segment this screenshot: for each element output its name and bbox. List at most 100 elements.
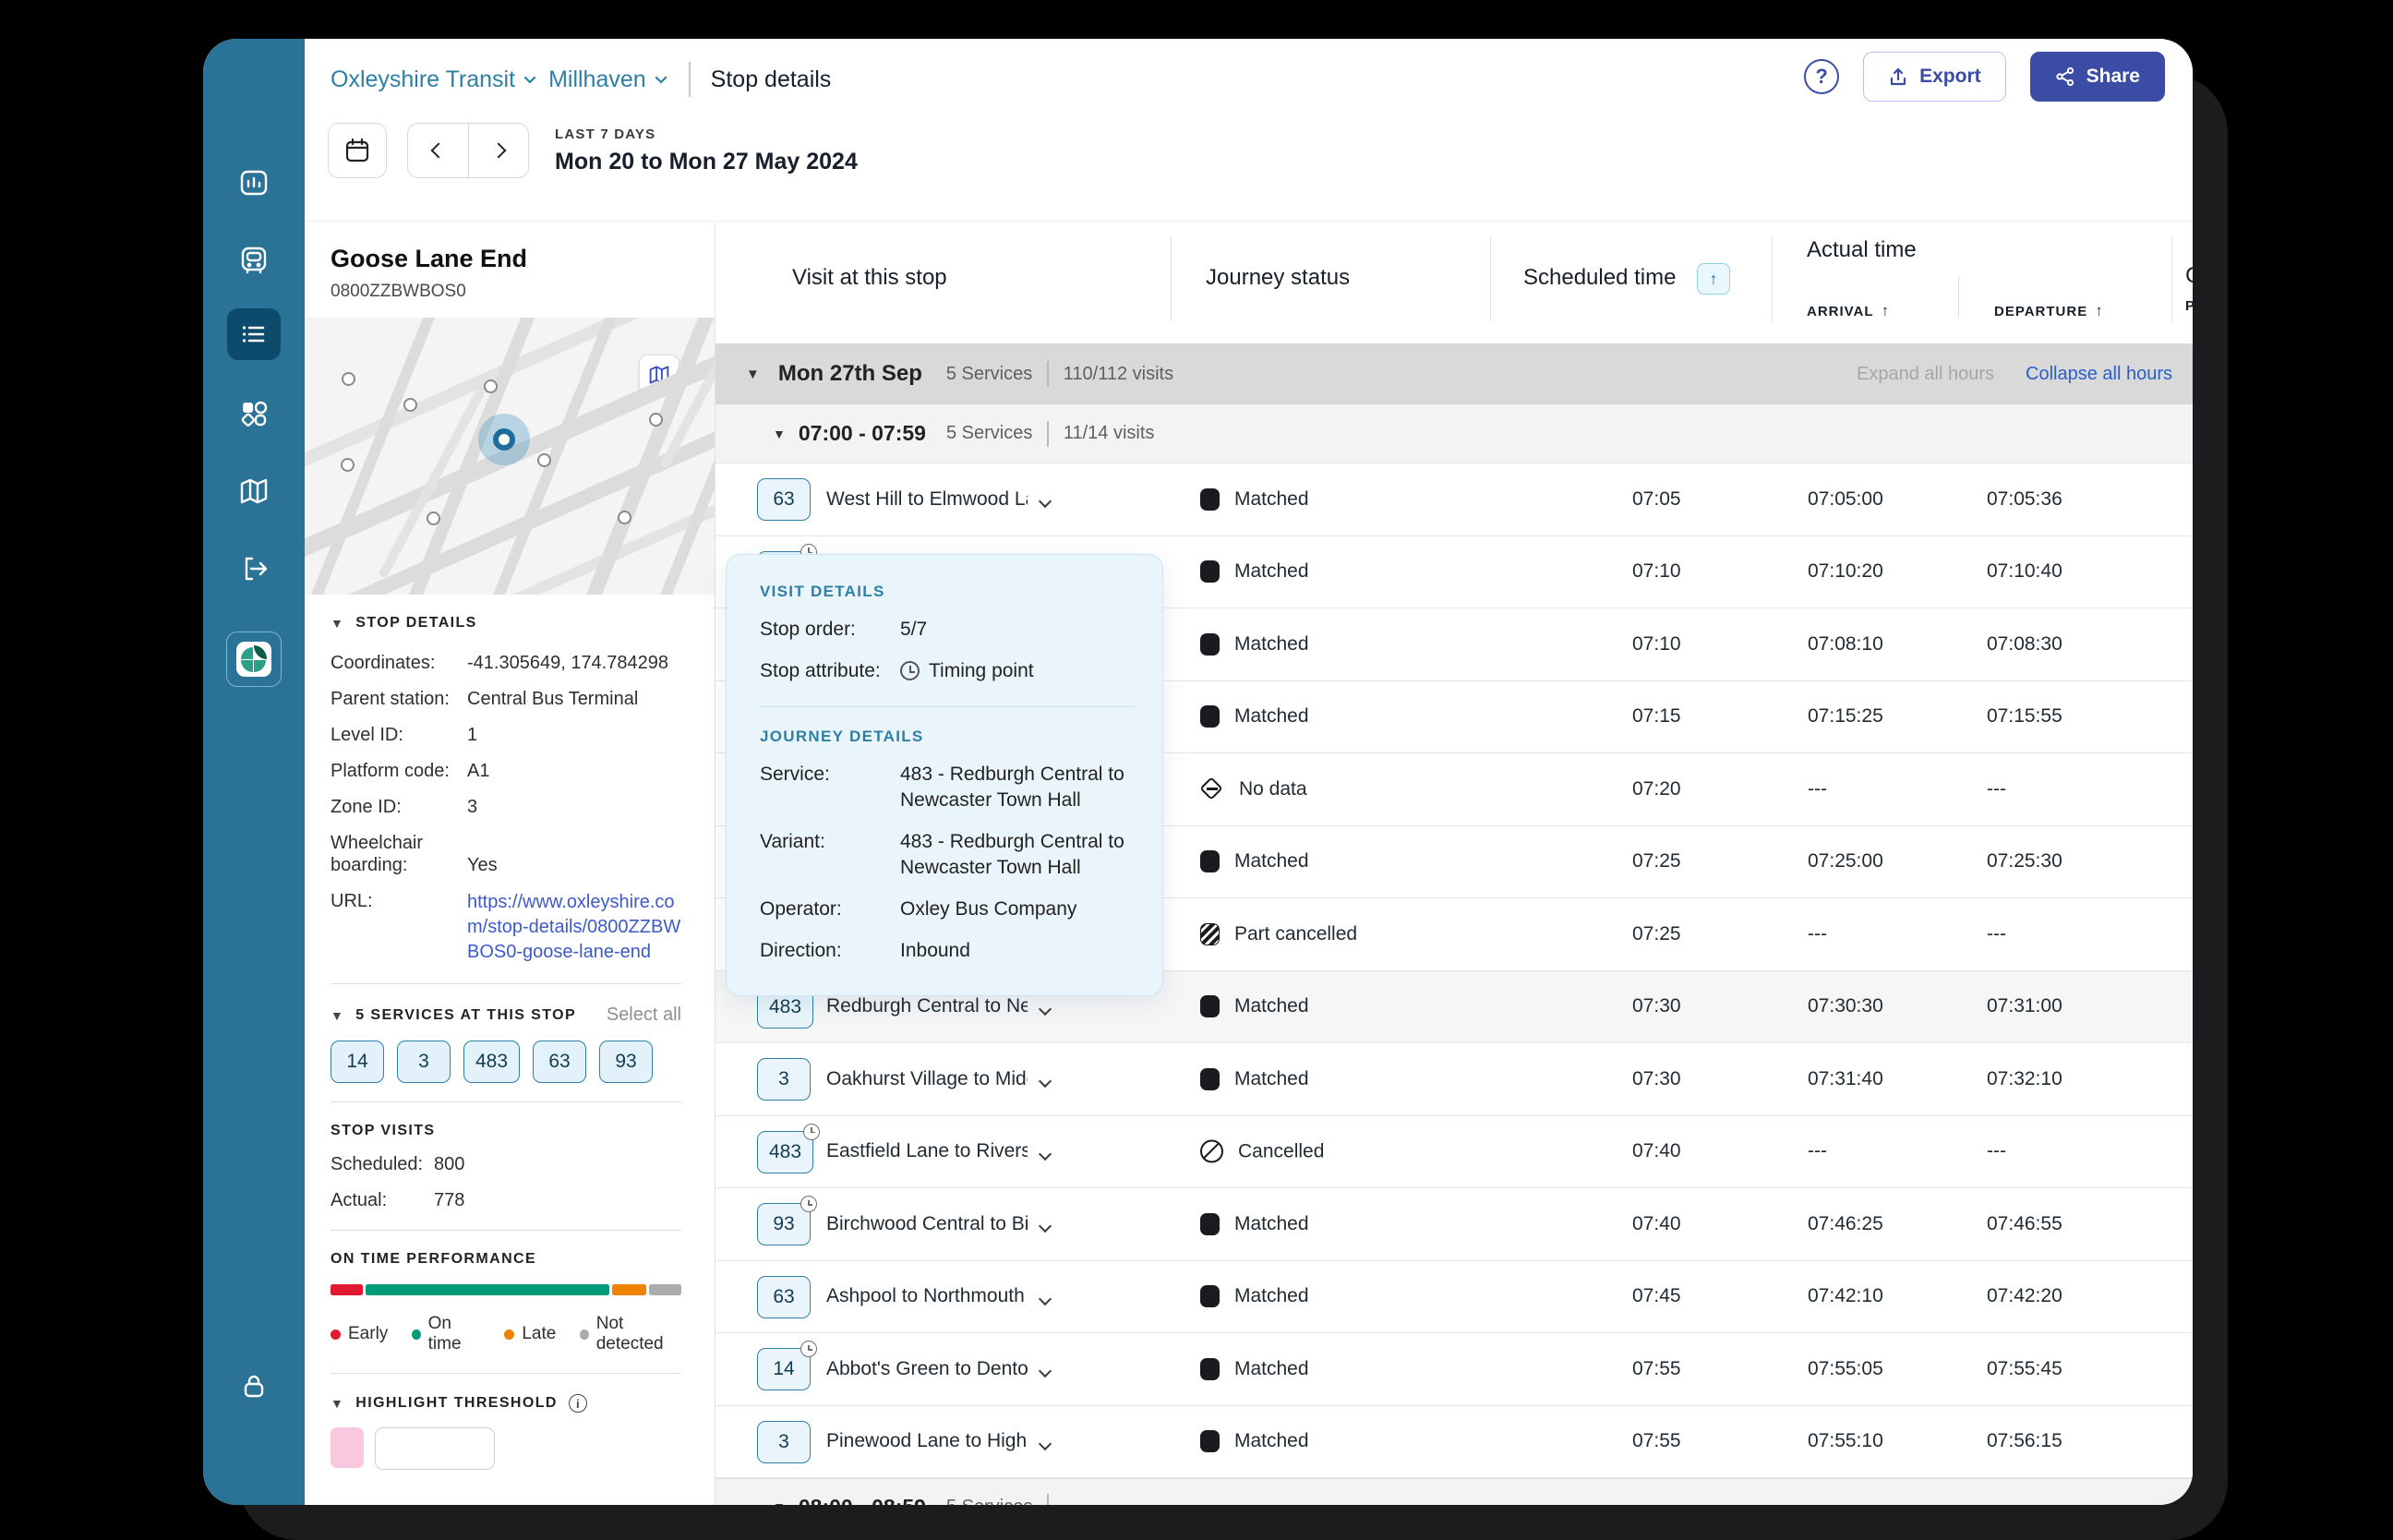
network-selector[interactable]: Oxleyshire Transit bbox=[331, 66, 537, 93]
timing-point-badge-icon bbox=[800, 1341, 817, 1357]
row-expand-chevron-icon[interactable] bbox=[1039, 1220, 1052, 1233]
hour-group-row[interactable]: ▼ 07:00 - 07:59 5 Services 11/14 visits bbox=[715, 404, 2193, 463]
region-selector[interactable]: Millhaven bbox=[548, 66, 668, 93]
service-number-chip[interactable]: 93 bbox=[757, 1203, 811, 1245]
scheduled-time: 07:05 bbox=[1632, 488, 1681, 511]
sidebar-item-signout[interactable] bbox=[227, 543, 281, 595]
service-number-chip[interactable]: 3 bbox=[757, 1058, 811, 1101]
expand-all-hours-link[interactable]: Expand all hours bbox=[1857, 364, 1994, 385]
service-chip[interactable]: 63 bbox=[533, 1041, 586, 1083]
hour-group-services: 5 Services bbox=[946, 1497, 1032, 1506]
service-chip[interactable]: 483 bbox=[463, 1041, 520, 1083]
lock-icon[interactable] bbox=[238, 1371, 270, 1402]
clock-icon bbox=[900, 661, 920, 680]
table-row[interactable]: 63West Hill to Elmwood Lan…Matched07:050… bbox=[715, 463, 2193, 536]
table-row[interactable]: 14Abbot's Green to Denton…Matched07:5507… bbox=[715, 1333, 2193, 1406]
row-expand-chevron-icon[interactable] bbox=[1039, 1292, 1052, 1305]
actual-arrival-time: 07:08:10 bbox=[1808, 633, 1883, 656]
scheduled-time: 07:25 bbox=[1632, 850, 1681, 872]
actual-departure-time: 07:10:40 bbox=[1987, 560, 2062, 583]
info-icon[interactable]: i bbox=[569, 1394, 587, 1413]
field-label: Platform code: bbox=[331, 760, 467, 782]
status-label: Matched bbox=[1234, 995, 1309, 1017]
table-row[interactable]: 63Ashpool to Northmouth S…Matched07:4507… bbox=[715, 1261, 2193, 1334]
sidebar-item-categories[interactable] bbox=[227, 388, 281, 439]
actual-departure-time: 07:42:20 bbox=[1987, 1285, 2062, 1307]
journey-detail-row: Direction:Inbound bbox=[760, 938, 1135, 964]
map-stop-marker[interactable] bbox=[484, 379, 498, 393]
highlight-threshold-header[interactable]: ▼ HIGHLIGHT THRESHOLD i bbox=[331, 1394, 681, 1413]
service-number-chip[interactable]: 14 bbox=[757, 1348, 811, 1390]
export-label: Export bbox=[1919, 66, 1981, 88]
next-period-button[interactable] bbox=[468, 124, 528, 177]
help-button[interactable]: ? bbox=[1804, 59, 1839, 94]
previous-period-button[interactable] bbox=[408, 124, 468, 177]
service-number-chip[interactable]: 483 bbox=[757, 1131, 813, 1173]
journey-details-rows: Service:483 - Redburgh Central to Newcas… bbox=[760, 762, 1135, 964]
row-expand-chevron-icon[interactable] bbox=[1039, 1365, 1052, 1378]
row-expand-chevron-icon[interactable] bbox=[1039, 495, 1052, 508]
map-stop-marker[interactable] bbox=[537, 453, 551, 467]
map-stop-marker[interactable] bbox=[427, 511, 440, 525]
stop-detail-row: Wheelchair boarding:Yes bbox=[331, 832, 681, 876]
stop-url-link[interactable]: https://www.oxleyshire.com/stop-details/… bbox=[467, 890, 681, 965]
row-expand-chevron-icon[interactable] bbox=[1039, 1075, 1052, 1088]
map-stop-marker[interactable] bbox=[618, 511, 631, 524]
service-chip[interactable]: 14 bbox=[331, 1041, 384, 1083]
table-row[interactable]: 483Eastfield Lane to Riversid…Cancelled0… bbox=[715, 1116, 2193, 1189]
divider bbox=[760, 706, 1135, 707]
service-number-chip[interactable]: 3 bbox=[757, 1421, 811, 1463]
row-expand-chevron-icon[interactable] bbox=[1039, 1002, 1052, 1015]
threshold-color-swatch[interactable] bbox=[331, 1427, 364, 1468]
scheduled-sort-button[interactable]: ↑ bbox=[1697, 263, 1730, 295]
sidebar bbox=[203, 39, 305, 1505]
day-group-row[interactable]: ▼ Mon 27th Sep 5 Services 110/112 visits… bbox=[715, 343, 2193, 404]
sidebar-item-app-shortcut[interactable] bbox=[226, 632, 282, 687]
actual-arrival-time: --- bbox=[1808, 778, 1827, 800]
bus-icon bbox=[237, 244, 271, 277]
service-number-chip[interactable]: 63 bbox=[757, 478, 811, 521]
actual-departure-time: 07:15:55 bbox=[1987, 705, 2062, 728]
actual-visits-row: Actual: 778 bbox=[331, 1190, 681, 1211]
export-icon bbox=[1888, 66, 1908, 87]
calendar-button[interactable] bbox=[328, 123, 387, 178]
sidebar-item-vehicles[interactable] bbox=[227, 235, 281, 286]
sidebar-item-stop-list-active[interactable] bbox=[227, 308, 281, 360]
scheduled-time: 07:40 bbox=[1632, 1213, 1681, 1235]
service-number-chip[interactable]: 63 bbox=[757, 1276, 811, 1318]
journey-status: Cancelled bbox=[1200, 1140, 1324, 1163]
map-stop-marker[interactable] bbox=[341, 458, 355, 472]
share-button[interactable]: Share bbox=[2030, 52, 2165, 102]
map-stop-marker[interactable] bbox=[342, 372, 355, 386]
row-expand-chevron-icon[interactable] bbox=[1039, 1147, 1052, 1160]
map-stop-marker[interactable] bbox=[403, 398, 417, 412]
stop-details-section-header[interactable]: ▼ STOP DETAILS bbox=[331, 615, 681, 632]
column-divider bbox=[1490, 236, 1491, 321]
table-row[interactable]: 3Oakhurst Village to Middl…Matched07:300… bbox=[715, 1043, 2193, 1116]
legend-item: Early bbox=[331, 1324, 388, 1344]
services-section-header[interactable]: ▼ 5 SERVICES AT THIS STOP bbox=[331, 1007, 576, 1024]
table-row[interactable]: 93Birchwood Central to Birc…Matched07:40… bbox=[715, 1188, 2193, 1261]
column-journey-status: Journey status bbox=[1206, 265, 1350, 291]
map-stop-marker[interactable] bbox=[649, 413, 663, 427]
select-all-link[interactable]: Select all bbox=[607, 1005, 681, 1026]
row-expand-chevron-icon[interactable] bbox=[1039, 1437, 1052, 1450]
table-row[interactable]: 3Pinewood Lane to Highg…Matched07:5507:5… bbox=[715, 1406, 2193, 1479]
route-name: West Hill to Elmwood Lan… bbox=[826, 488, 1028, 511]
sidebar-item-map[interactable] bbox=[227, 465, 281, 517]
column-departure[interactable]: DEPARTURE↑ bbox=[1994, 302, 2104, 320]
threshold-input[interactable] bbox=[375, 1427, 495, 1470]
stop-details-title: STOP DETAILS bbox=[355, 615, 477, 632]
selected-stop-marker[interactable] bbox=[493, 428, 515, 451]
next-hour-group-row-clipped[interactable]: ▼ 08:00 - 08:59 5 Services bbox=[715, 1478, 2193, 1505]
actual-arrival-time: 07:55:05 bbox=[1808, 1358, 1883, 1380]
journey-detail-value: Oxley Bus Company bbox=[900, 896, 1135, 922]
collapse-all-hours-link[interactable]: Collapse all hours bbox=[2026, 364, 2172, 385]
stop-map[interactable] bbox=[305, 318, 715, 595]
service-chip[interactable]: 93 bbox=[599, 1041, 653, 1083]
export-button[interactable]: Export bbox=[1863, 52, 2006, 102]
service-chip[interactable]: 3 bbox=[397, 1041, 451, 1083]
column-arrival[interactable]: ARRIVAL↑ bbox=[1807, 302, 1890, 320]
sidebar-item-dashboard[interactable] bbox=[227, 157, 281, 209]
actual-arrival-time: 07:15:25 bbox=[1808, 705, 1883, 728]
